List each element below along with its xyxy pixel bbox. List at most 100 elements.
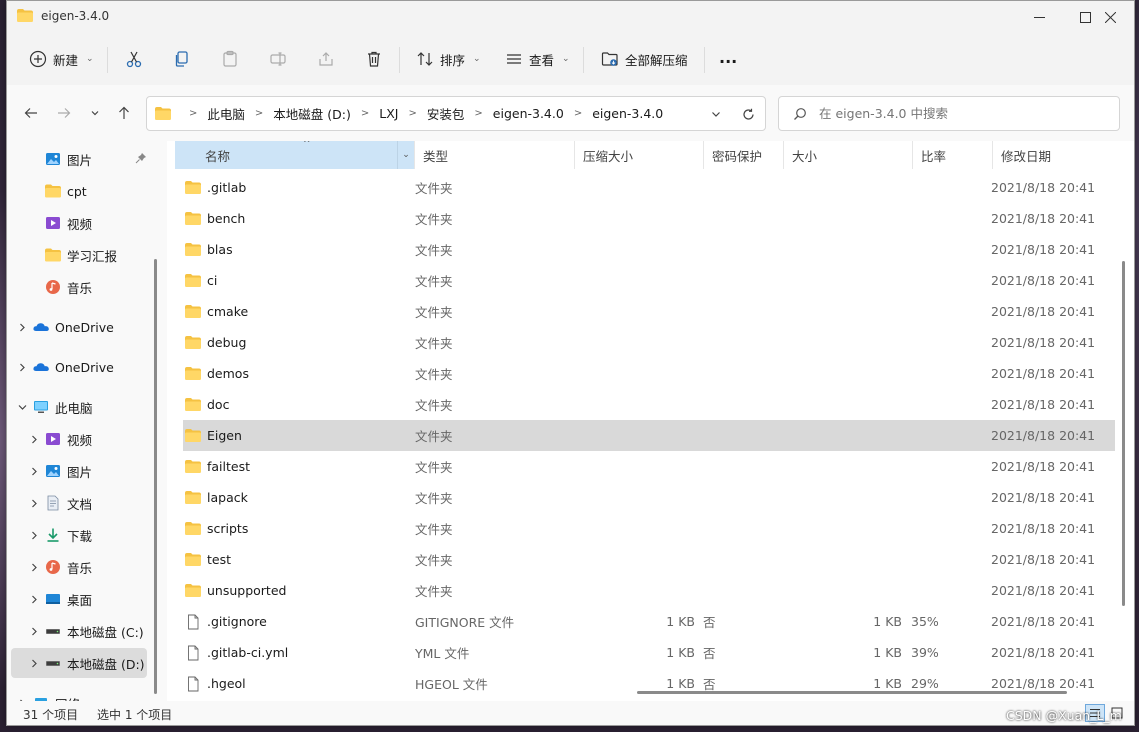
sort-button[interactable]: 排序 ⌄: [416, 43, 481, 75]
close-button[interactable]: [1087, 1, 1133, 33]
forward-button[interactable]: [54, 103, 74, 123]
table-row[interactable]: .hgeol HGEOL 文件 1 KB 否 1 KB 29% 2021/8/18 20:4…: [183, 668, 1115, 699]
chevron-right-icon[interactable]: [15, 363, 29, 372]
file-type: 文件夹: [415, 491, 453, 506]
sidebar-item-onedrive[interactable]: OneDrive: [11, 312, 147, 342]
title-bar[interactable]: eigen-3.4.0: [7, 1, 1134, 33]
table-row[interactable]: debug 文件夹 2021/8/18 20:41: [183, 327, 1115, 358]
minimize-button[interactable]: [1016, 1, 1062, 33]
table-row[interactable]: Eigen 文件夹 2021/8/18 20:41: [183, 420, 1115, 451]
table-row[interactable]: ci 文件夹 2021/8/18 20:41: [183, 265, 1115, 296]
chevron-right-icon[interactable]: [27, 659, 41, 668]
sidebar-item-entry-16[interactable]: 网络: [11, 688, 147, 701]
sidebar-item-entry-7[interactable]: 此电脑: [11, 392, 147, 422]
chevron-right-icon[interactable]: [27, 595, 41, 604]
sidebar-item-c[interactable]: 本地磁盘 (C:): [11, 616, 147, 646]
up-button[interactable]: [114, 103, 134, 123]
refresh-button[interactable]: [739, 105, 757, 123]
sidebar-scrollbar[interactable]: [154, 259, 157, 694]
share-button[interactable]: [317, 43, 335, 75]
chevron-right-icon[interactable]: [27, 467, 41, 476]
sidebar-item-entry-4[interactable]: 音乐: [11, 272, 147, 302]
new-button[interactable]: 新建 ⌄: [29, 43, 94, 75]
table-row[interactable]: bench 文件夹 2021/8/18 20:41: [183, 203, 1115, 234]
sidebar-item-entry-12[interactable]: 音乐: [11, 552, 147, 582]
breadcrumb-this-pc[interactable]: 此电脑: [207, 104, 245, 123]
cut-button[interactable]: [125, 43, 143, 75]
sidebar-item-entry-3[interactable]: 学习汇报: [11, 240, 147, 270]
sidebar-item-entry-0[interactable]: 图片: [11, 144, 147, 174]
table-row[interactable]: lapack 文件夹 2021/8/18 20:41: [183, 482, 1115, 513]
rename-button[interactable]: [269, 43, 287, 75]
back-button[interactable]: [21, 103, 41, 123]
sidebar-item-d[interactable]: 本地磁盘 (D:): [11, 648, 147, 678]
sidebar-item-entry-8[interactable]: 视频: [11, 424, 147, 454]
file-compressed-size: [576, 358, 695, 389]
sidebar-item-entry-11[interactable]: 下载: [11, 520, 147, 550]
table-row[interactable]: unsupported 文件夹 2021/8/18 20:41: [183, 575, 1115, 606]
table-row[interactable]: cmake 文件夹 2021/8/18 20:41: [183, 296, 1115, 327]
table-row[interactable]: scripts 文件夹 2021/8/18 20:41: [183, 513, 1115, 544]
sidebar-item-entry-2[interactable]: 视频: [11, 208, 147, 238]
table-row[interactable]: blas 文件夹 2021/8/18 20:41: [183, 234, 1115, 265]
delete-button[interactable]: [365, 43, 383, 75]
sidebar-item-label: OneDrive: [55, 319, 114, 335]
breadcrumb-lxj[interactable]: LXJ: [379, 106, 398, 121]
recent-locations-button[interactable]: [85, 103, 105, 123]
folder-icon: [45, 247, 61, 263]
table-row[interactable]: .gitlab 文件夹 2021/8/18 20:41: [183, 172, 1115, 203]
sidebar-item-entry-9[interactable]: 图片: [11, 456, 147, 486]
file-size: 1 KB: [873, 676, 902, 691]
column-header-modified[interactable]: 修改日期: [993, 141, 1123, 169]
search-box[interactable]: [778, 96, 1120, 131]
table-row[interactable]: failtest 文件夹 2021/8/18 20:41: [183, 451, 1115, 482]
table-row[interactable]: test 文件夹 2021/8/18 20:41: [183, 544, 1115, 575]
address-history-button[interactable]: [707, 105, 725, 123]
column-header-ratio[interactable]: 比率: [913, 141, 993, 169]
file-name: cmake: [207, 304, 249, 319]
more-options-button[interactable]: ...: [719, 41, 737, 73]
chevron-right-icon[interactable]: [27, 499, 41, 508]
column-ratio-label: 比率: [921, 148, 947, 164]
chevron-right-icon[interactable]: [27, 435, 41, 444]
sidebar-item-cpt[interactable]: cpt: [11, 176, 147, 206]
chevron-right-icon[interactable]: [27, 627, 41, 636]
file-modified-date: 2021/8/18 20:41: [991, 242, 1096, 257]
paste-button[interactable]: [221, 43, 239, 75]
toolbar-divider: [583, 47, 584, 73]
chevron-down-icon[interactable]: [15, 403, 29, 412]
file-compressed-size: [576, 451, 695, 482]
table-row[interactable]: doc 文件夹 2021/8/18 20:41: [183, 389, 1115, 420]
chevron-down-icon[interactable]: ⌄: [397, 141, 414, 169]
search-input[interactable]: [817, 105, 1101, 122]
column-header-password[interactable]: 密码保护: [704, 141, 784, 169]
file-size: [783, 420, 902, 451]
breadcrumb-drive-d[interactable]: 本地磁盘 (D:): [273, 104, 351, 123]
folder-icon: [185, 460, 207, 473]
column-header-name[interactable]: 名称 ^ ⌄: [175, 141, 415, 169]
chevron-right-icon[interactable]: [27, 563, 41, 572]
file-name-cell: blas: [185, 234, 233, 265]
chevron-right-icon[interactable]: [15, 323, 29, 332]
table-row[interactable]: demos 文件夹 2021/8/18 20:41: [183, 358, 1115, 389]
vertical-scrollbar[interactable]: [1122, 261, 1125, 606]
column-header-type[interactable]: 类型: [415, 141, 575, 169]
breadcrumb-eigen-archive[interactable]: eigen-3.4.0: [493, 106, 564, 121]
table-row[interactable]: .gitlab-ci.yml YML 文件 1 KB 否 1 KB 39% 2021/8/1…: [183, 637, 1115, 668]
address-bar[interactable]: > 此电脑 > 本地磁盘 (D:) > LXJ > 安装包 > eigen-3.…: [146, 96, 766, 131]
folder-icon: [185, 212, 207, 225]
sidebar-item-entry-13[interactable]: 桌面: [11, 584, 147, 614]
horizontal-scrollbar[interactable]: [637, 691, 1067, 694]
chevron-right-icon[interactable]: [27, 531, 41, 540]
file-modified-date: 2021/8/18 20:41: [991, 583, 1096, 598]
extract-all-button[interactable]: 全部解压缩: [601, 43, 688, 75]
breadcrumb-installers[interactable]: 安装包: [427, 104, 465, 123]
sidebar-item-onedrive[interactable]: OneDrive: [11, 352, 147, 382]
copy-button[interactable]: [173, 43, 191, 75]
column-header-size[interactable]: 大小: [784, 141, 913, 169]
sidebar-item-entry-10[interactable]: 文档: [11, 488, 147, 518]
view-button[interactable]: 查看 ⌄: [505, 43, 570, 75]
table-row[interactable]: .gitignore GITIGNORE 文件 1 KB 否 1 KB 35% 2021/8…: [183, 606, 1115, 637]
breadcrumb-eigen-folder[interactable]: eigen-3.4.0: [592, 106, 663, 121]
column-header-compressed-size[interactable]: 压缩大小: [575, 141, 704, 169]
